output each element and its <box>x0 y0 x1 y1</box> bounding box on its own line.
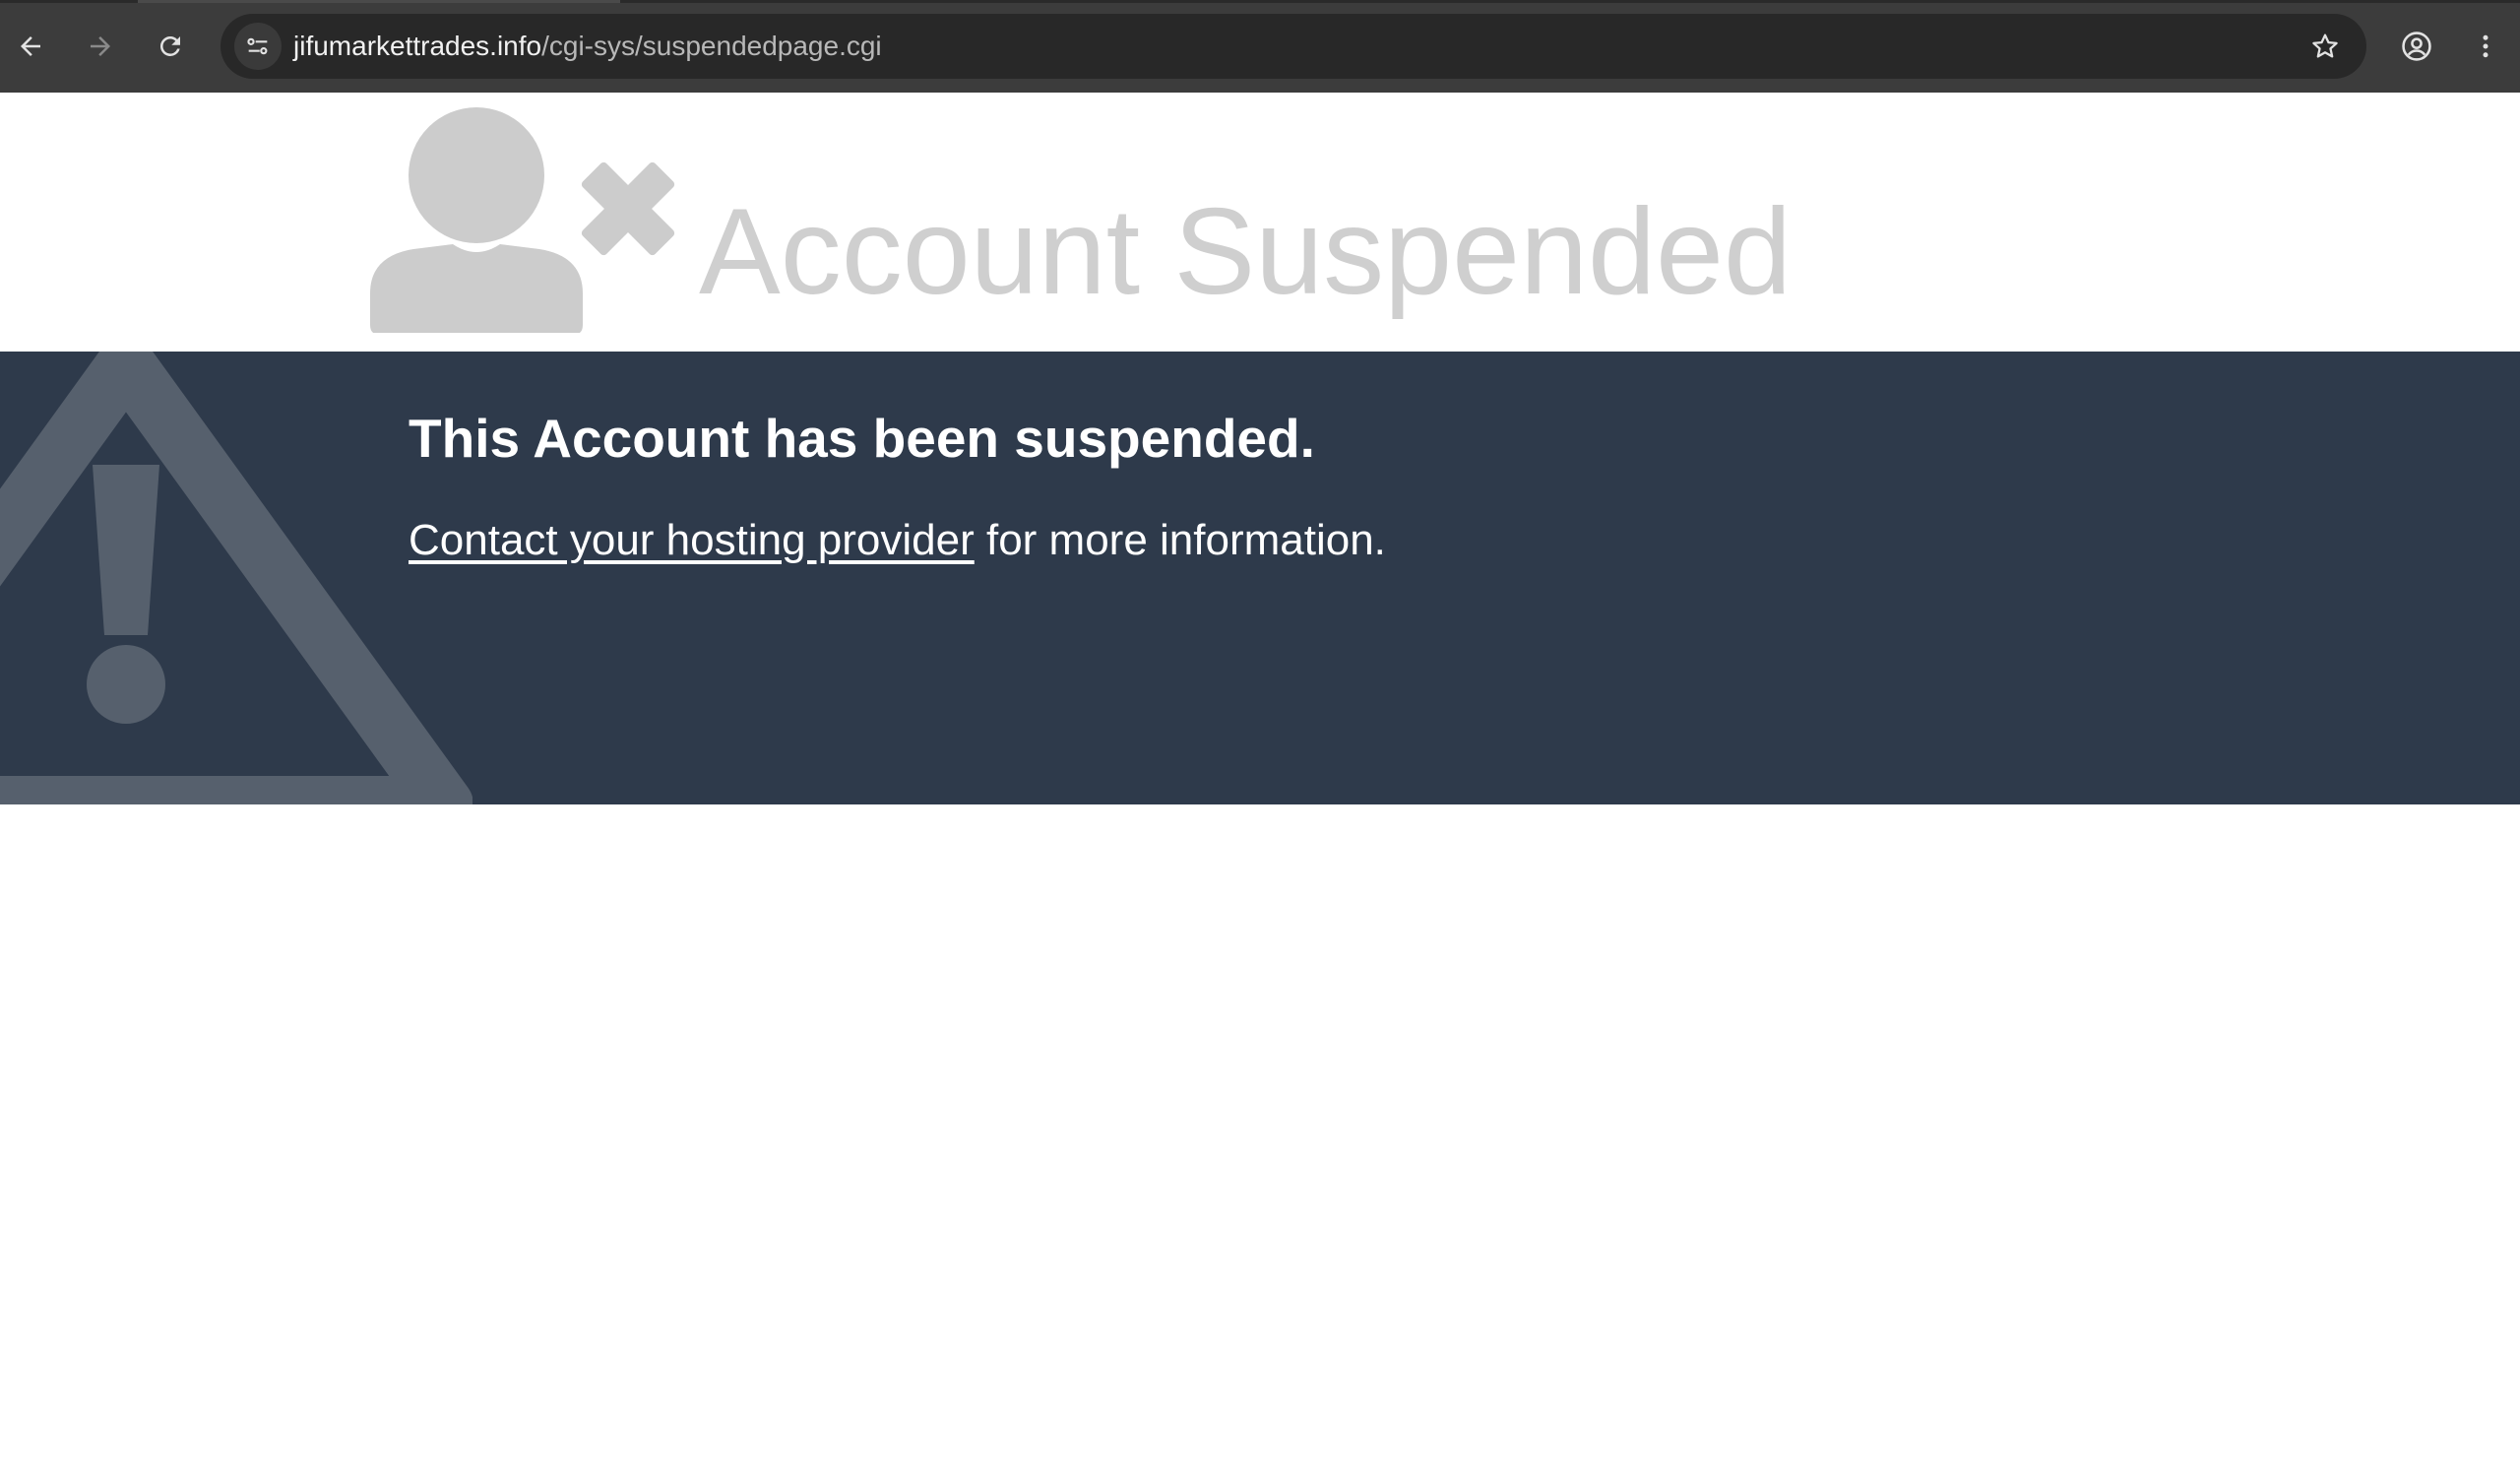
browser-toolbar: jifumarkettrades.info/cgi-sys/suspendedp… <box>0 0 2520 93</box>
warning-triangle-icon <box>0 352 472 804</box>
reload-icon <box>159 35 180 56</box>
user-suspended-icon <box>370 107 675 333</box>
forward-button[interactable] <box>76 22 125 71</box>
kebab-menu-icon <box>2483 34 2488 58</box>
forward-arrow-icon <box>91 36 110 56</box>
url-path: /cgi-sys/suspendedpage.cgi <box>541 31 882 61</box>
suspension-notice: This Account has been suspended. Contact… <box>0 352 2520 804</box>
back-arrow-icon <box>21 36 40 56</box>
notice-message: Contact your hosting provider for more i… <box>409 509 1386 572</box>
page-header: Account Suspended <box>0 93 2520 352</box>
contact-hosting-provider-link[interactable]: Contact your hosting provider <box>409 516 975 564</box>
profile-button[interactable] <box>2392 22 2441 71</box>
address-bar[interactable]: jifumarkettrades.info/cgi-sys/suspendedp… <box>220 14 2366 79</box>
star-icon <box>2312 33 2338 58</box>
notice-trailing-text: for more information. <box>974 516 1386 564</box>
page-title: Account Suspended <box>699 184 1792 320</box>
url-host: jifumarkettrades.info <box>293 31 542 61</box>
active-tab-indicator[interactable] <box>138 0 620 3</box>
profile-icon <box>2402 32 2431 61</box>
back-button[interactable] <box>6 22 55 71</box>
browser-menu-button[interactable] <box>2461 22 2510 71</box>
bookmark-button[interactable] <box>2301 23 2349 70</box>
site-settings-icon <box>247 37 268 55</box>
notice-heading: This Account has been suspended. <box>409 408 1315 469</box>
site-info-button[interactable] <box>234 23 282 70</box>
url-field[interactable]: jifumarkettrades.info/cgi-sys/suspendedp… <box>293 14 882 79</box>
reload-button[interactable] <box>146 22 195 71</box>
